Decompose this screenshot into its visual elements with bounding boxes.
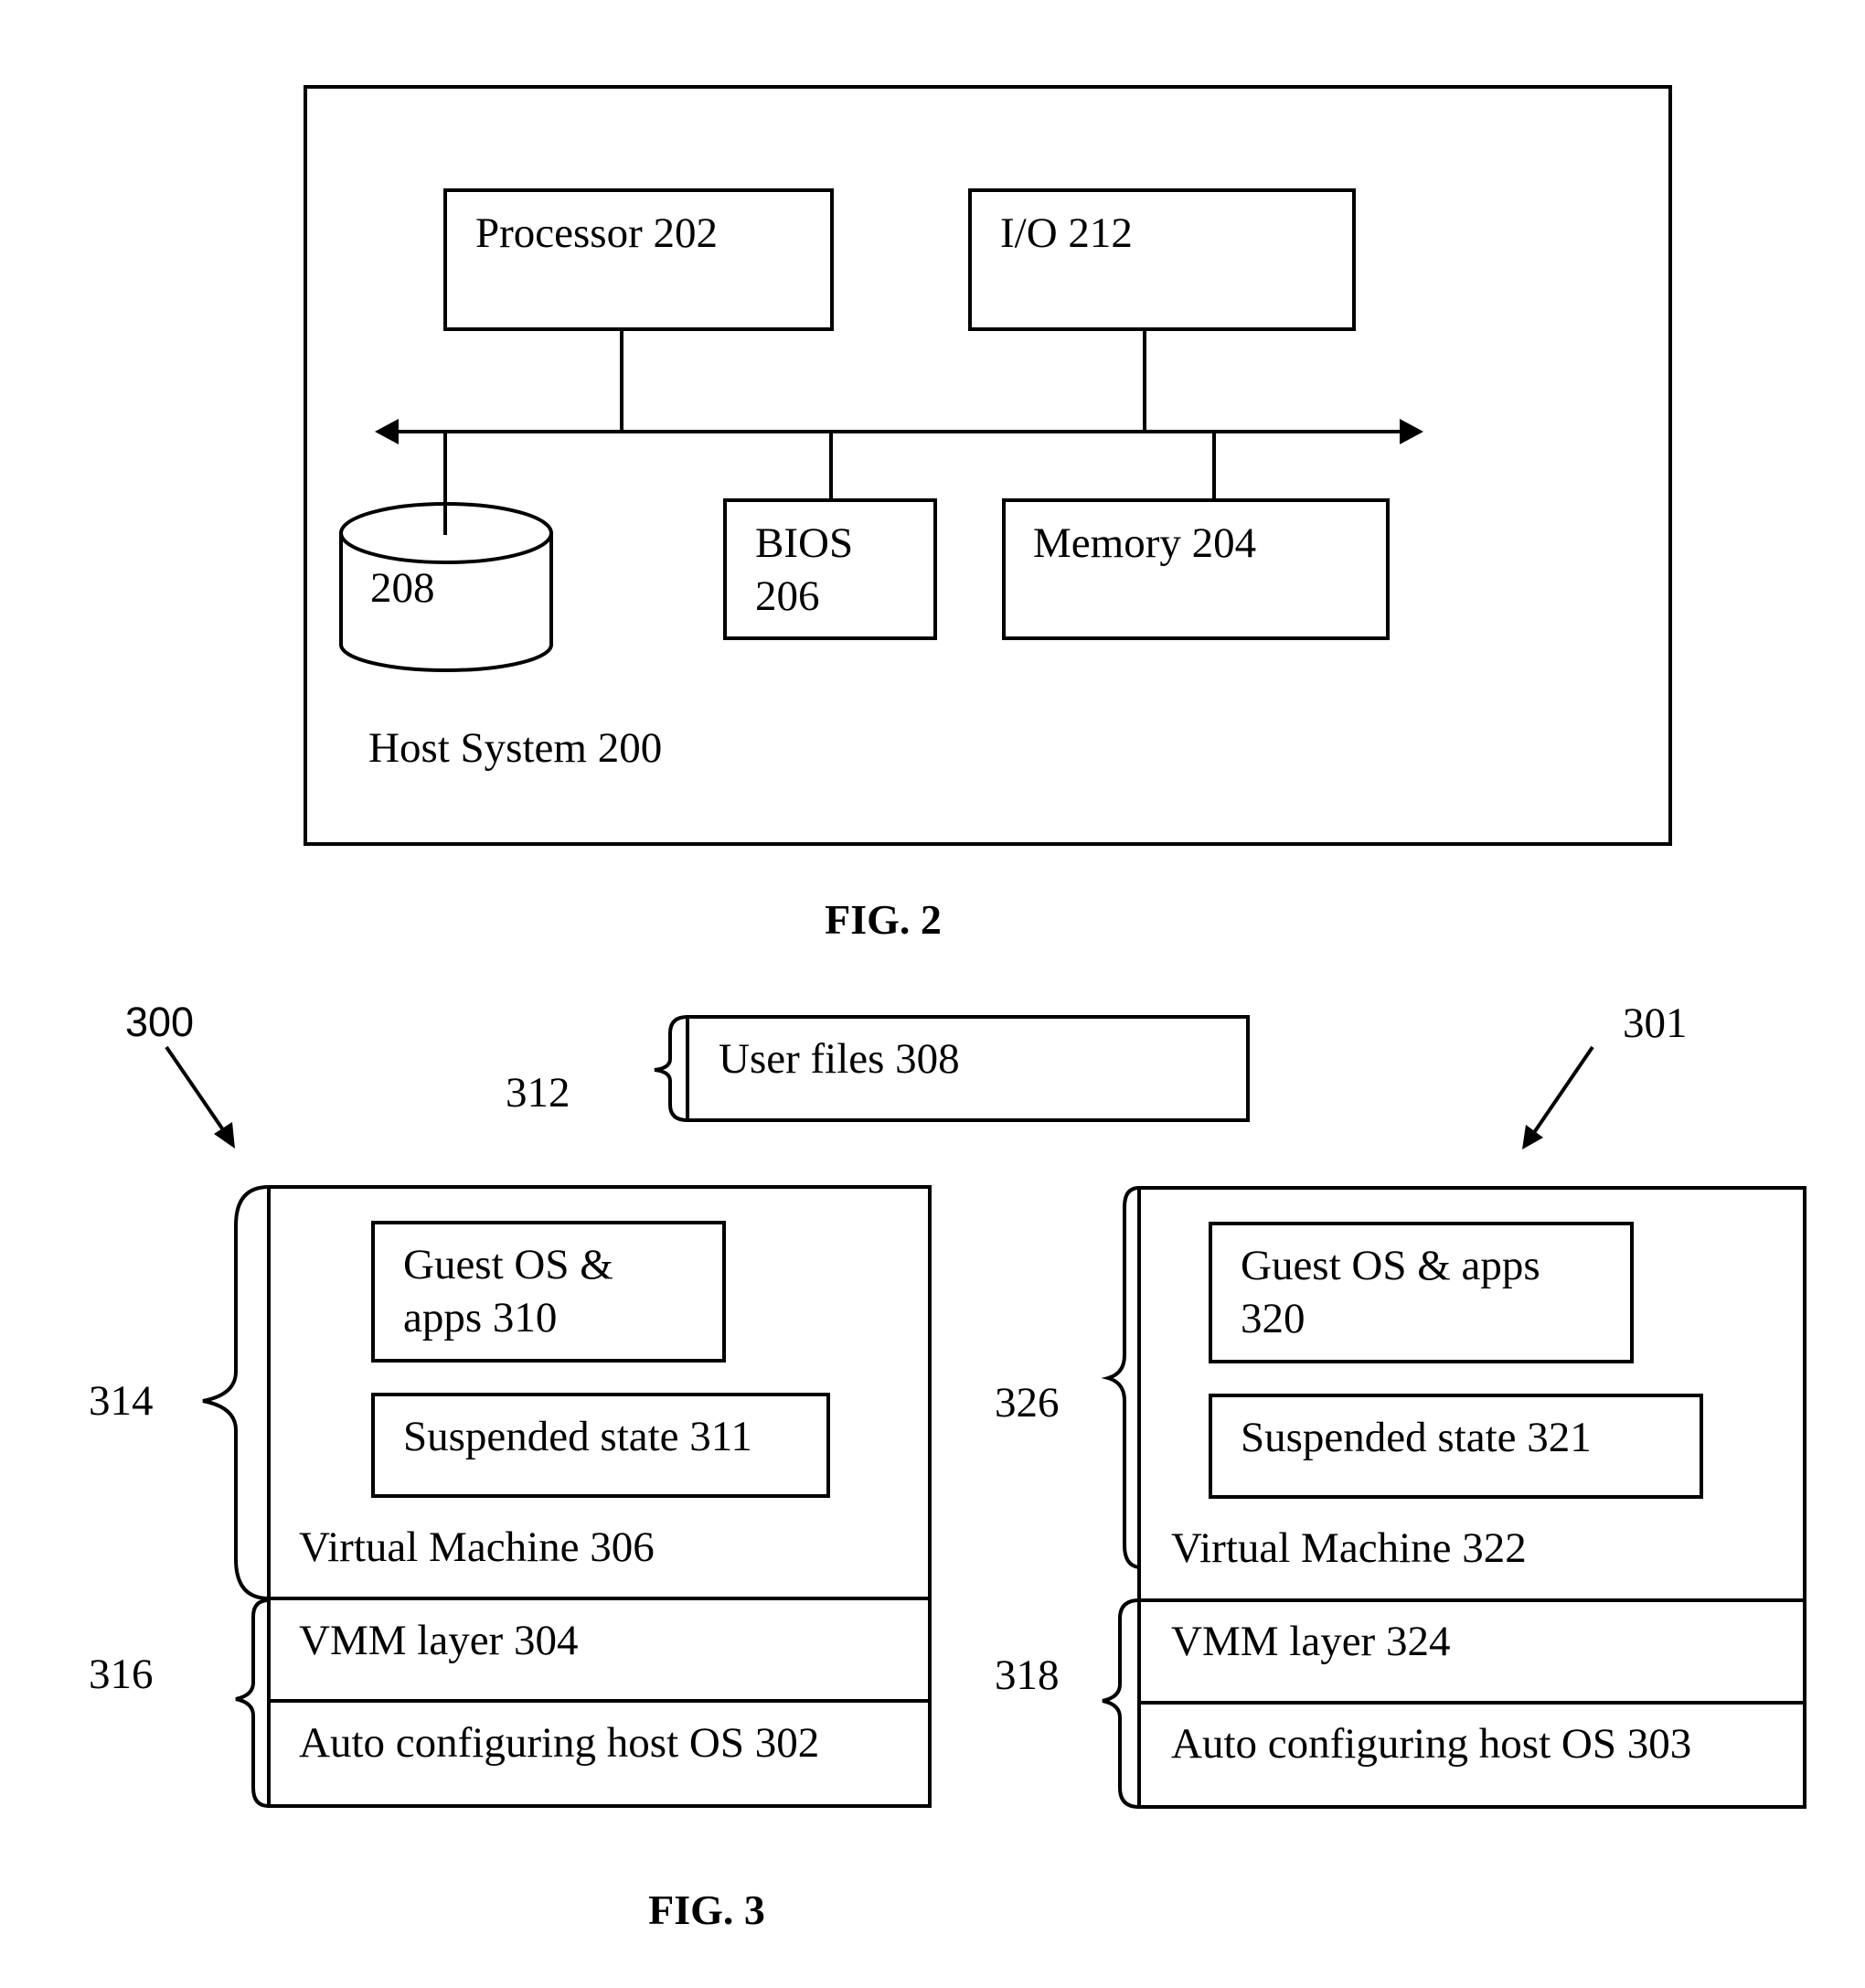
memory-label: Memory 204: [1033, 519, 1256, 567]
fig2-caption: FIG. 2: [825, 896, 942, 943]
ref-312-label: 312: [506, 1069, 570, 1117]
ref-300-label: 300: [125, 999, 194, 1045]
guest-os-310-line1: Guest OS &: [403, 1241, 613, 1288]
ref-318-label: 318: [995, 1651, 1060, 1699]
vmm-layer-304-label: VMM layer 304: [299, 1617, 578, 1664]
ref-326-label: 326: [995, 1379, 1060, 1427]
virtual-machine-306-label: Virtual Machine 306: [299, 1523, 655, 1571]
fig3-caption: FIG. 3: [648, 1886, 765, 1933]
processor-label: Processor 202: [475, 209, 718, 257]
ref-318-brace-icon: [1102, 1598, 1140, 1809]
ref-301-label: 301: [1623, 999, 1688, 1047]
host-os-302-label: Auto configuring host OS 302: [299, 1719, 819, 1767]
ref-314-brace-icon: [202, 1185, 270, 1600]
guest-os-320-line1: Guest OS & apps: [1241, 1242, 1540, 1289]
guest-os-310-line2: apps 310: [403, 1294, 557, 1341]
bus-arrow-left-icon: [375, 419, 399, 444]
user-files-label: User files 308: [719, 1035, 960, 1083]
bios-label-line2: 206: [755, 572, 820, 620]
ref-326-brace-icon: [1101, 1186, 1140, 1569]
ref-316-brace-icon: [235, 1598, 270, 1808]
patent-figures: Processor 202 I/O 212 208 BIOS 206 Memor…: [89, 85, 1806, 1933]
suspended-state-321-label: Suspended state 321: [1241, 1414, 1592, 1461]
left-stack: 314 316 Guest OS & apps 310 Suspended st…: [89, 1185, 932, 1808]
fig3-diagram: 300 301 312 User files 308 314 316 Guest…: [89, 999, 1806, 1933]
fig2-diagram: Processor 202 I/O 212 208 BIOS 206 Memor…: [304, 85, 1672, 943]
host-system-label: Host System 200: [368, 724, 662, 772]
ref-301-arrow-line: [1531, 1045, 1594, 1136]
ref-300-arrowhead-icon: [214, 1122, 235, 1149]
disk-label: 208: [370, 564, 435, 612]
bios-label-line1: BIOS: [755, 519, 853, 567]
suspended-state-311-label: Suspended state 311: [403, 1413, 752, 1460]
ref-312-brace-icon: [654, 1015, 688, 1122]
ref-300-arrow-line: [165, 1045, 226, 1133]
host-os-303-label: Auto configuring host OS 303: [1171, 1720, 1691, 1768]
vmm-layer-324-label: VMM layer 324: [1171, 1618, 1450, 1665]
right-stack: 326 318 Guest OS & apps 320 Suspended st…: [995, 1186, 1806, 1809]
virtual-machine-322-label: Virtual Machine 322: [1171, 1524, 1527, 1572]
ref-314-label: 314: [89, 1377, 154, 1425]
io-label: I/O 212: [1000, 209, 1133, 257]
ref-316-label: 316: [89, 1651, 154, 1698]
ref-301-arrowhead-icon: [1522, 1125, 1543, 1149]
bus-arrow-right-icon: [1400, 419, 1423, 444]
guest-os-320-line2: 320: [1241, 1295, 1306, 1342]
